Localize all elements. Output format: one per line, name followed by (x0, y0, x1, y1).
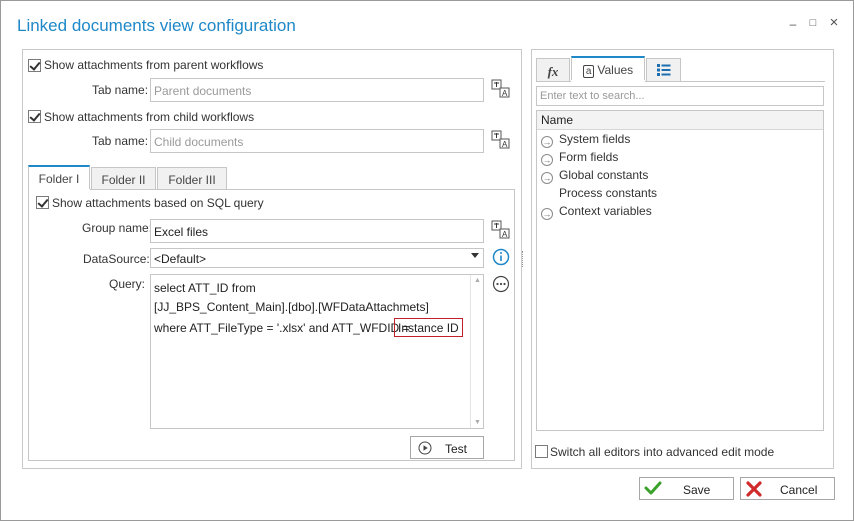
checkmark-icon (644, 480, 662, 499)
child-workflows-checkbox[interactable] (28, 110, 41, 123)
sql-query-checkbox[interactable] (36, 196, 49, 209)
tree-item-process-constants[interactable]: Process constants (559, 186, 657, 200)
tab-values[interactable]: a Values (571, 56, 645, 80)
maximize-button[interactable]: □ (806, 17, 820, 29)
child-workflows-label: Show attachments from child workflows (44, 110, 255, 124)
translate-icon[interactable]: A (491, 220, 511, 240)
datasource-label: DataSource: (83, 252, 150, 266)
parent-tab-name-input[interactable]: Parent documents (150, 78, 484, 102)
tree-header[interactable]: Name (537, 111, 823, 130)
more-options-icon[interactable] (492, 275, 512, 295)
parent-tab-name-label: Tab name: (92, 83, 149, 97)
sql-query-label: Show attachments based on SQL query (52, 196, 264, 210)
child-tab-name-input[interactable]: Child documents (150, 129, 484, 153)
query-scrollbar[interactable]: ▲ ▼ (470, 275, 483, 428)
tree-item-context-variables[interactable]: → Context variables (541, 204, 652, 220)
expand-arrow-icon[interactable]: → (541, 154, 553, 166)
query-line: [JJ_BPS_Content_Main].[dbo].[WFDataAttac… (154, 300, 429, 314)
tab-divider (645, 81, 825, 82)
tab-functions[interactable]: fx (536, 58, 570, 81)
expand-arrow-icon[interactable]: → (541, 208, 553, 220)
dialog-title: Linked documents view configuration (17, 16, 296, 35)
query-line: select ATT_ID from (154, 281, 256, 295)
chevron-down-icon[interactable] (471, 253, 479, 258)
tab-folder-3[interactable]: Folder III (157, 167, 227, 190)
parent-workflows-label: Show attachments from parent workflows (44, 58, 264, 72)
test-label: Test (445, 442, 468, 456)
advanced-mode-label: Switch all editors into advanced edit mo… (550, 445, 775, 459)
tab-folder-1[interactable]: Folder I (28, 165, 90, 189)
search-input[interactable]: Enter text to search... (536, 86, 824, 106)
info-icon[interactable] (492, 248, 512, 268)
parent-workflows-checkbox[interactable] (28, 59, 41, 72)
save-label: Save (683, 483, 711, 497)
tab-list[interactable] (646, 58, 681, 81)
cancel-button[interactable]: Cancel (740, 477, 835, 500)
expand-arrow-icon[interactable]: → (541, 172, 553, 184)
query-line: where ATT_FileType = '.xlsx' and ATT_WFD… (154, 321, 410, 335)
translate-icon[interactable]: A (491, 79, 511, 99)
expand-arrow-icon[interactable]: → (541, 136, 553, 148)
test-button[interactable]: Test (410, 436, 484, 459)
tab-values-label: Values (597, 63, 634, 77)
play-icon (418, 441, 432, 458)
datasource-select[interactable]: <Default> (150, 248, 484, 268)
list-icon (656, 64, 671, 79)
query-label: Query: (109, 277, 146, 291)
tree-item-form-fields[interactable]: → Form fields (541, 150, 618, 166)
svg-text:A: A (502, 89, 508, 98)
tree-item-system-fields[interactable]: → System fields (541, 132, 630, 148)
instance-id-token[interactable]: Instance ID (394, 318, 463, 337)
save-button[interactable]: Save (639, 477, 734, 500)
fx-icon: fx (547, 64, 559, 79)
query-editor[interactable] (150, 274, 484, 429)
translate-icon[interactable]: A (491, 130, 511, 150)
advanced-mode-checkbox[interactable] (535, 445, 548, 458)
group-name-label: Group name: (82, 221, 153, 235)
splitter-handle[interactable] (522, 251, 523, 267)
cancel-x-icon (745, 480, 763, 501)
close-button[interactable]: × (827, 14, 841, 31)
cancel-label: Cancel (780, 483, 818, 497)
svg-text:A: A (502, 140, 508, 149)
tab-folder-2[interactable]: Folder II (91, 167, 156, 190)
group-name-input[interactable]: Excel files (150, 219, 484, 243)
minimize-button[interactable]: – (786, 17, 800, 31)
child-tab-name-label: Tab name: (92, 134, 149, 148)
values-icon: a (582, 65, 595, 78)
svg-text:A: A (502, 230, 508, 239)
dialog-window: Linked documents view configuration – □ … (0, 0, 854, 521)
tab-divider (536, 81, 571, 82)
tree-item-global-constants[interactable]: → Global constants (541, 168, 648, 184)
